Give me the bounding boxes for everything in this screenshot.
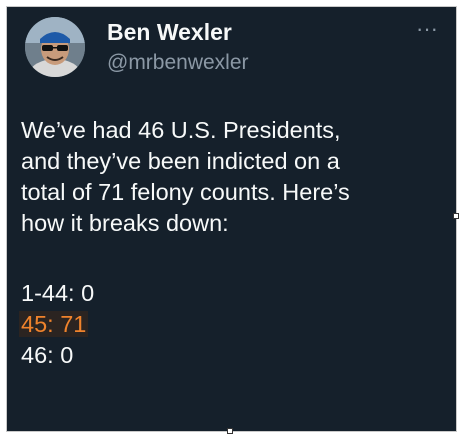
tweet-card: Ben Wexler @mrbenwexler ··· We’ve had 46…: [6, 6, 457, 432]
tweet-text: We’ve had 46 U.S. Presidents, and they’v…: [19, 115, 446, 371]
tweet-line: total of 71 felony counts. Here’s: [21, 179, 350, 205]
more-options-icon[interactable]: ···: [411, 17, 443, 41]
count-line-president-45: 45: 71: [19, 309, 446, 340]
tweet-line: We’ve had 46 U.S. Presidents,: [21, 117, 341, 143]
resize-handle-bottom[interactable]: [227, 428, 233, 434]
count-line-president-46: 46: 0: [21, 342, 74, 368]
author-handle[interactable]: @mrbenwexler: [107, 51, 249, 75]
count-line-presidents-1-44: 1-44: 0: [21, 280, 95, 306]
tweet-line: how it breaks down:: [21, 210, 229, 236]
avatar[interactable]: [25, 17, 85, 77]
highlighted-count: 45: 71: [19, 311, 89, 337]
tweet-line: and they’ve been indicted on a: [21, 148, 340, 174]
resize-handle-right[interactable]: [453, 213, 459, 219]
user-avatar-icon: [25, 17, 85, 77]
author-name[interactable]: Ben Wexler: [107, 19, 232, 46]
